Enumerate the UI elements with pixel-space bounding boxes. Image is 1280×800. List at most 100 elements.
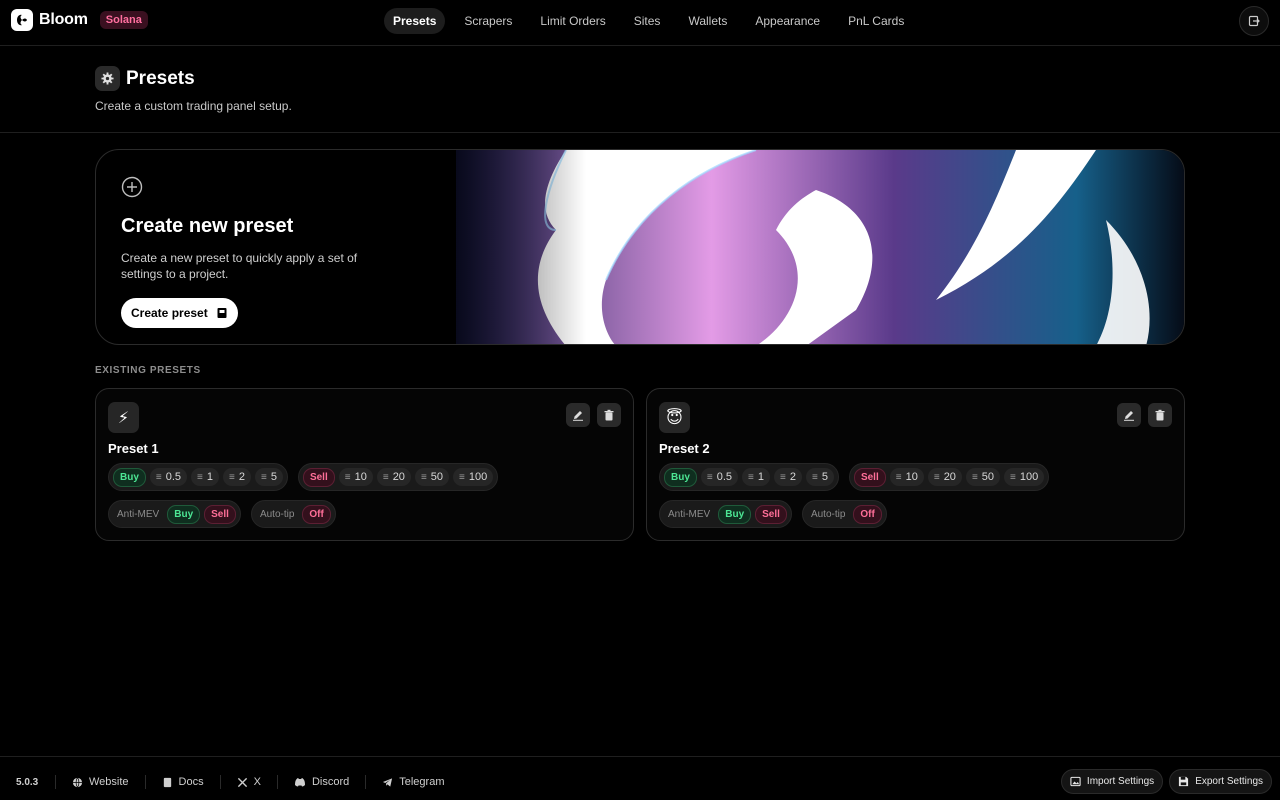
anti-mev-sell-toggle[interactable]: Sell [755,504,787,524]
menu-icon: ≡ [971,471,978,483]
anti-mev-group: Anti-MEV Buy Sell [108,500,241,528]
import-settings-label: Import Settings [1086,776,1155,787]
export-settings-button[interactable]: Export Settings [1169,769,1272,794]
footer-link-website[interactable]: Website [55,775,145,789]
anti-mev-sell-toggle[interactable]: Sell [204,504,236,524]
sell-amount-chip[interactable]: ≡ 50 [414,468,450,486]
buy-amount-chip[interactable]: ≡ 5 [805,468,834,486]
auto-tip-toggle[interactable]: Off [853,504,882,524]
preset-card[interactable]: ⚡ Preset 1 Buy ≡ 0.5 ≡ 1 ≡ 2 ≡ 5 Sell ≡ 10 ≡ 2… [95,388,634,541]
chain-badge[interactable]: Solana [99,11,148,29]
anti-mev-label: Anti-MEV [668,508,711,520]
buy-amount-chip[interactable]: ≡ 1 [191,468,220,486]
preset-name: Preset 2 [659,441,710,456]
version-label: 5.0.3 [16,777,39,788]
menu-icon: ≡ [459,471,465,483]
auto-tip-group: Auto-tip Off [250,500,336,528]
anti-mev-label: Anti-MEV [117,508,160,520]
menu-icon: ≡ [1010,471,1016,483]
footer-link-docs[interactable]: Docs [144,775,220,789]
image-icon [1070,776,1081,787]
buy-amount-chip[interactable]: ≡ 5 [254,468,283,486]
delete-preset-button[interactable] [1148,403,1172,427]
buy-amount-chip[interactable]: ≡ 0.5 [700,468,739,486]
save-icon [1179,776,1189,787]
x-icon [237,777,247,787]
footer-link-x[interactable]: X [219,775,277,789]
sell-amount-chip[interactable]: ≡ 100 [1004,468,1045,486]
delete-preset-button[interactable] [597,403,621,427]
logout-icon [1248,15,1260,27]
footer-links: Website Docs X Discord Telegram [55,775,461,789]
footer-link-label: X [253,776,261,788]
sell-amount-chip[interactable]: ≡ 10 [338,468,373,486]
import-settings-button[interactable]: Import Settings [1060,769,1164,794]
brand[interactable]: Bloom Solana [11,9,148,31]
telegram-icon [383,777,393,787]
auto-tip-group: Auto-tip Off [801,500,887,528]
nav-item-pnl-cards[interactable]: PnL Cards [839,8,913,34]
anti-mev-group: Anti-MEV Buy Sell [659,500,792,528]
menu-icon: ≡ [382,471,389,483]
preset-emoji: ⚡ [108,402,139,433]
edit-preset-button[interactable] [1117,403,1141,427]
create-preset-banner: Create new preset Create a new preset to… [95,149,1185,345]
bloom-logo-icon [11,9,33,31]
footer-link-discord[interactable]: Discord [276,775,365,789]
main-nav: Presets Scrapers Limit Orders Sites Wall… [384,8,923,34]
menu-icon: ≡ [780,471,786,483]
sell-amounts-group: Sell ≡ 10 ≡ 20 ≡ 50 ≡ 100 [297,463,499,491]
sell-amount-value: 50 [981,471,995,483]
menu-icon: ≡ [895,471,902,483]
sell-amount-chip[interactable]: ≡ 100 [453,468,494,486]
buy-amount-chip[interactable]: ≡ 0.5 [149,468,188,486]
buy-amount-value: 5 [270,471,277,483]
anti-mev-buy-toggle[interactable]: Buy [167,504,201,524]
menu-icon: ≡ [260,471,267,483]
anti-mev-buy-toggle[interactable]: Buy [718,504,752,524]
globe-icon [72,777,83,787]
nav-item-wallets[interactable]: Wallets [679,8,736,34]
nav-item-scrapers[interactable]: Scrapers [455,8,521,34]
preset-card[interactable]: 😇 Preset 2 Buy ≡ 0.5 ≡ 1 ≡ 2 ≡ 5 Sell ≡ 10 ≡ 2… [646,388,1185,541]
buy-amount-value: 0.5 [165,471,182,483]
create-preset-button[interactable]: Create preset [121,298,238,328]
buy-amount-chip[interactable]: ≡ 1 [742,468,771,486]
auto-tip-toggle[interactable]: Off [302,504,331,524]
sell-amount-value: 100 [468,471,488,483]
sell-amount-chip[interactable]: ≡ 50 [965,468,1001,486]
banner-description: Create a new preset to quickly apply a s… [121,251,358,281]
menu-icon: ≡ [155,471,162,483]
sell-tag: Sell [302,467,335,487]
trash-icon [1155,409,1165,421]
footer-link-telegram[interactable]: Telegram [365,775,460,789]
footer-link-label: Discord [311,776,350,788]
nav-item-sites[interactable]: Sites [625,8,670,34]
buy-amount-chip[interactable]: ≡ 2 [774,468,802,486]
sell-amount-chip[interactable]: ≡ 10 [889,468,924,486]
header-divider [0,132,1280,133]
nav-item-presets[interactable]: Presets [384,8,446,34]
sell-amount-chip[interactable]: ≡ 20 [927,468,962,486]
top-nav-bar: Bloom Solana Presets Scrapers Limit Orde… [0,0,1280,46]
banner-fade [346,150,586,344]
logout-button[interactable] [1239,6,1269,36]
buy-amount-chip[interactable]: ≡ 2 [223,468,251,486]
sell-amount-value: 20 [392,471,405,483]
banner-content: Create new preset Create a new preset to… [121,176,361,328]
pencil-icon [1124,411,1134,421]
create-preset-label: Create preset [131,306,208,320]
nav-item-appearance[interactable]: Appearance [746,8,829,34]
book-icon [217,308,227,318]
sell-amount-value: 10 [354,471,367,483]
footer-link-label: Docs [178,776,204,788]
gear-icon [95,66,120,91]
sell-amount-value: 100 [1019,471,1039,483]
book-icon [163,777,171,787]
footer-actions: Import Settings Export Settings [1060,769,1272,794]
menu-icon: ≡ [344,471,351,483]
edit-preset-button[interactable] [566,403,590,427]
sell-amount-chip[interactable]: ≡ 20 [376,468,411,486]
menu-icon: ≡ [933,471,940,483]
nav-item-limit-orders[interactable]: Limit Orders [531,8,614,34]
